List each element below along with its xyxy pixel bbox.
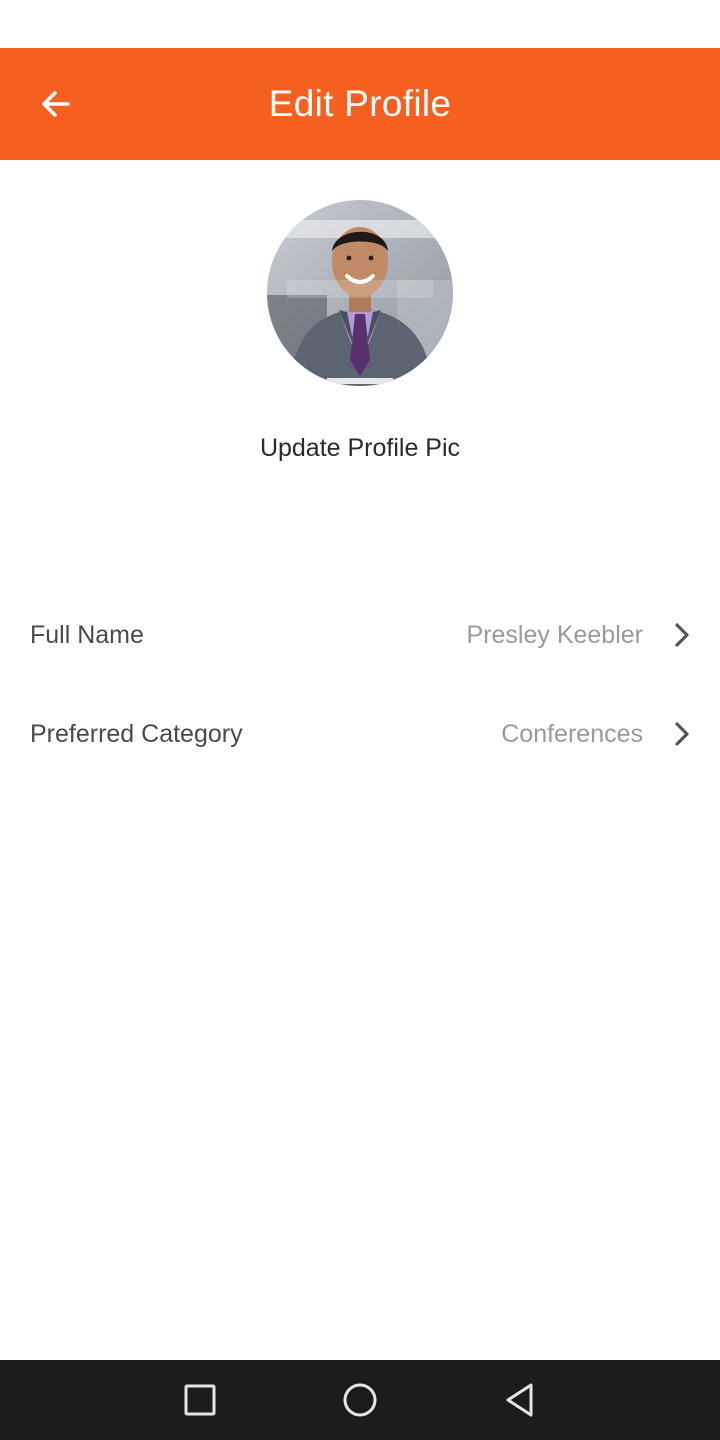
page-title: Edit Profile (268, 83, 452, 124)
app-bar: Edit Profile (0, 48, 720, 160)
recents-square-icon (184, 1384, 216, 1416)
profile-photo (267, 200, 453, 386)
preferred-category-value: Conferences (501, 720, 643, 748)
chevron-right-icon (675, 623, 689, 647)
back-button[interactable] (24, 72, 88, 136)
avatar[interactable] (267, 200, 453, 386)
full-name-label: Full Name (30, 621, 144, 649)
status-bar (0, 0, 720, 48)
home-button[interactable] (336, 1376, 384, 1424)
chevron-right-icon (675, 722, 689, 746)
back-triangle-icon (506, 1383, 533, 1417)
full-name-value: Presley Keebler (466, 621, 643, 649)
edit-profile-screen: Edit Profile Update Profile Pic Full Nam… (0, 0, 720, 1440)
home-circle-icon (343, 1383, 377, 1417)
recents-button[interactable] (176, 1376, 224, 1424)
back-nav-button[interactable] (496, 1376, 544, 1424)
update-profile-pic-link[interactable]: Update Profile Pic (0, 428, 720, 468)
system-nav-bar (0, 1360, 720, 1440)
preferred-category-label: Preferred Category (30, 720, 243, 748)
preferred-category-row[interactable]: Preferred Category Conferences (0, 698, 720, 770)
arrow-left-icon (42, 91, 70, 117)
full-name-row[interactable]: Full Name Presley Keebler (0, 599, 720, 671)
